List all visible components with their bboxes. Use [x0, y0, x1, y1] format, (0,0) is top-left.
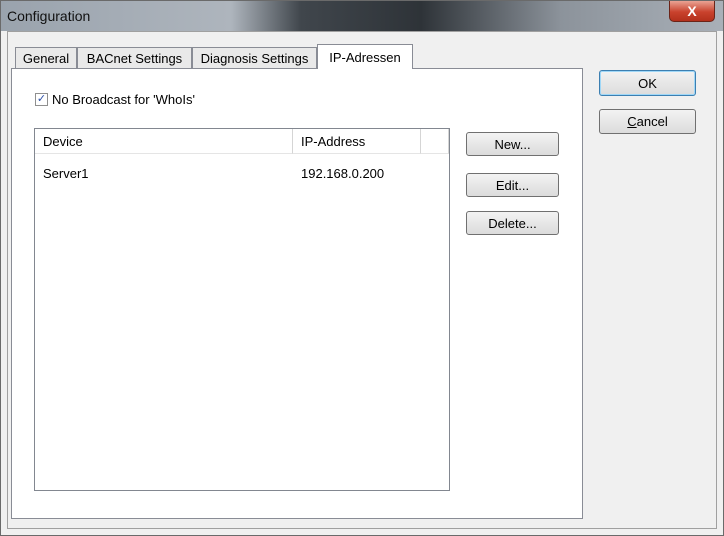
device-cell: Server1: [43, 165, 89, 181]
edit-button-label: Edit...: [495, 177, 530, 193]
ip-address-list[interactable]: Device IP-Address Server1 192.168.0.200: [34, 128, 450, 491]
tab-bacnet-settings-label: BACnet Settings: [86, 51, 183, 66]
tab-ip-adressen[interactable]: IP-Adressen: [317, 44, 413, 69]
no-broadcast-checkbox[interactable]: ✓: [35, 93, 48, 106]
column-header-ip-address-label: IP-Address: [301, 133, 366, 149]
close-button[interactable]: X: [669, 1, 715, 22]
table-row[interactable]: Server1 192.168.0.200: [35, 163, 449, 183]
ok-button[interactable]: OK: [599, 70, 696, 96]
check-icon: ✓: [36, 93, 47, 105]
cancel-label-rest: ancel: [636, 114, 668, 129]
title-bar[interactable]: Configuration X: [1, 1, 723, 31]
tab-diagnosis-settings-label: Diagnosis Settings: [200, 51, 309, 66]
cancel-button-label: Cancel: [627, 114, 667, 129]
tab-bacnet-settings[interactable]: BACnet Settings: [77, 47, 192, 69]
tab-general-label: General: [22, 51, 70, 66]
window-title: Configuration: [7, 8, 91, 24]
ok-button-label: OK: [638, 75, 657, 91]
column-header-device-label: Device: [43, 133, 83, 149]
no-broadcast-label: No Broadcast for 'WhoIs': [52, 92, 195, 107]
list-header: Device IP-Address: [35, 129, 449, 154]
tab-ip-adressen-label: IP-Adressen: [329, 49, 401, 65]
edit-button[interactable]: Edit...: [466, 173, 559, 197]
column-header-ip-address[interactable]: IP-Address: [293, 129, 421, 154]
ip-address-cell: 192.168.0.200: [301, 165, 385, 181]
cancel-button[interactable]: Cancel: [599, 109, 696, 134]
close-icon: X: [687, 3, 697, 19]
no-broadcast-checkbox-row[interactable]: ✓ No Broadcast for 'WhoIs': [35, 92, 195, 107]
new-button[interactable]: New...: [466, 132, 559, 156]
delete-button-label: Delete...: [488, 215, 537, 231]
column-header-device[interactable]: Device: [35, 129, 293, 154]
new-button-label: New...: [494, 136, 531, 152]
delete-button[interactable]: Delete...: [466, 211, 559, 235]
tab-general[interactable]: General: [15, 47, 77, 69]
tab-diagnosis-settings[interactable]: Diagnosis Settings: [192, 47, 317, 69]
configuration-window: Configuration X General BACnet Settings …: [0, 0, 724, 536]
cancel-mnemonic: C: [627, 114, 637, 129]
column-header-filler: [421, 129, 449, 154]
